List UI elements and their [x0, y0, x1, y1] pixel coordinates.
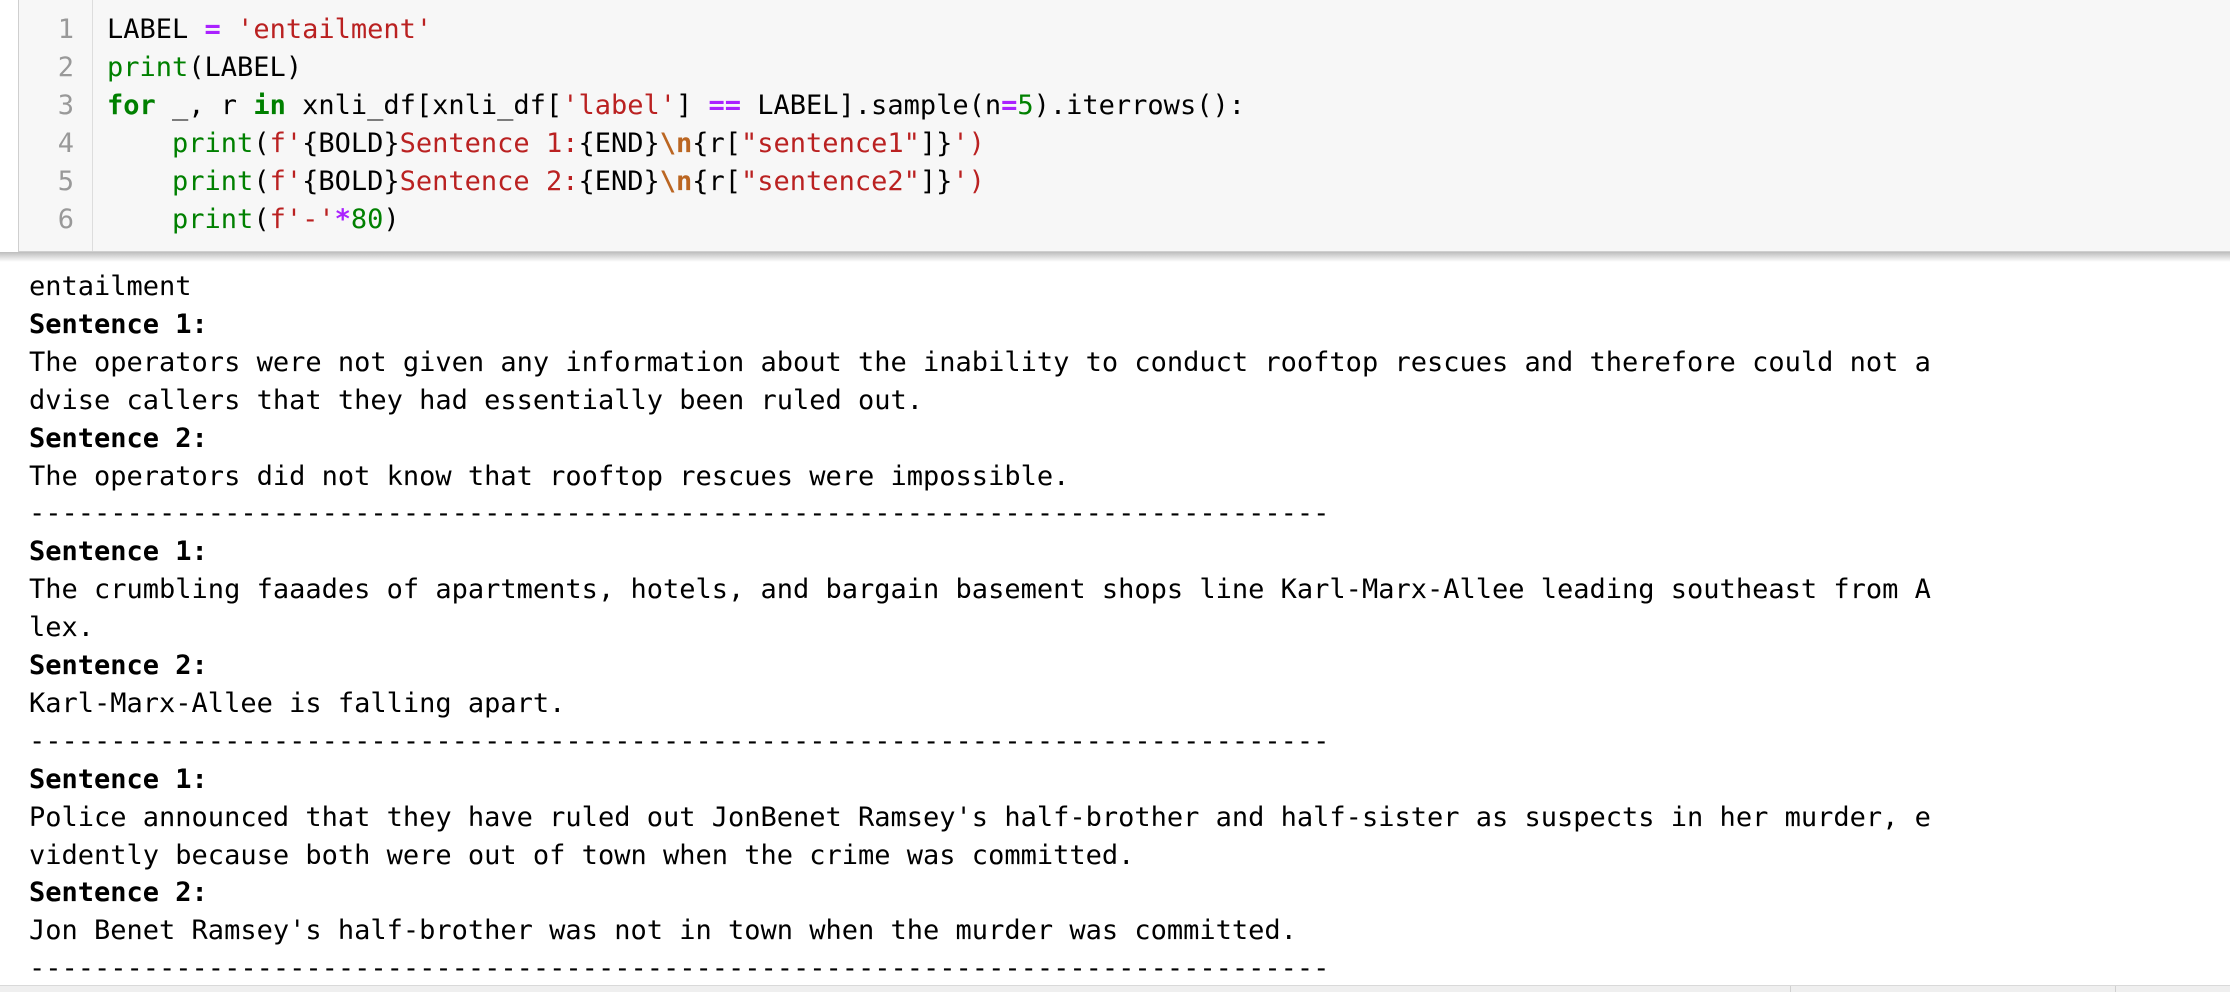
output-heading: Sentence 2:	[29, 422, 208, 454]
output-line: Police announced that they have ruled ou…	[29, 801, 1931, 833]
line-number: 3	[57, 90, 74, 121]
output-line: Jon Benet Ramsey's half-brother was not …	[29, 915, 1297, 947]
code-token: \n	[659, 128, 693, 159]
code-token: for	[107, 90, 156, 121]
code-token: print	[107, 52, 189, 83]
output-line: Karl-Marx-Allee is falling apart.	[29, 687, 566, 719]
code-token: {BOLD}	[302, 128, 400, 159]
output-line: ----------------------------------------…	[29, 498, 1330, 530]
code-line: for _, r in xnli_df[xnli_df['label'] == …	[107, 87, 1245, 125]
line-number: 2	[57, 52, 74, 83]
line-number: 5	[57, 166, 74, 197]
code-token: xnli_df[xnli_df[	[285, 90, 563, 121]
code-token: "sentence1"	[741, 128, 920, 159]
output-separator-shadow	[0, 252, 2230, 262]
code-token: ).iterrows():	[1033, 90, 1245, 121]
code-token: 5	[1017, 90, 1034, 121]
horizontal-scrollbar[interactable]	[0, 985, 2230, 992]
output-heading: Sentence 1:	[29, 308, 208, 340]
output-line: entailment	[29, 271, 192, 302]
code-token: LABEL	[107, 14, 205, 45]
line-number: 1	[57, 14, 74, 45]
code-token: f'-'	[269, 204, 335, 235]
code-token: ]}	[919, 166, 953, 197]
code-token: ')	[952, 166, 985, 197]
output-heading: Sentence 2:	[29, 650, 208, 681]
code-line: LABEL = 'entailment'	[107, 11, 432, 49]
code-token: (LABEL)	[188, 52, 303, 83]
output-heading: Sentence 2:	[29, 877, 208, 909]
code-token: {r[	[692, 166, 742, 197]
output-line: The operators did not know that rooftop …	[29, 460, 1070, 492]
code-token: =	[1001, 90, 1018, 121]
code-token: ]	[675, 90, 709, 121]
code-token: f'	[269, 128, 303, 159]
code-token: *	[334, 204, 351, 235]
code-token: (	[253, 166, 270, 197]
code-token: in	[253, 90, 286, 121]
output-line: ----------------------------------------…	[29, 725, 1330, 757]
code-token: 80	[350, 204, 384, 235]
scrollbar-tick	[1790, 986, 1791, 992]
code-token: LABEL].sample(n	[741, 90, 1002, 121]
output-line: dvise callers that they had essentially …	[29, 384, 924, 416]
output-heading: Sentence 1:	[29, 536, 208, 568]
code-token: )	[383, 204, 400, 235]
code-token: (	[253, 128, 270, 159]
output-line: ----------------------------------------…	[29, 953, 1330, 985]
code-token: \n	[659, 166, 693, 197]
code-token: ')	[952, 128, 985, 159]
code-token: Sentence 1:	[399, 128, 579, 159]
code-cell[interactable]: 123456 LABEL = 'entailment' print(LABEL) f…	[18, 0, 2230, 252]
code-token: print	[172, 166, 254, 197]
code-token: print	[172, 204, 254, 235]
code-token: {END}	[578, 166, 660, 197]
code-token: 'entailment'	[237, 14, 433, 45]
code-line: print(f'{BOLD}Sentence 2:{END}\n{r["sent…	[107, 163, 985, 201]
code-token: {BOLD}	[302, 166, 400, 197]
code-token: =	[204, 14, 221, 45]
code-token: "sentence2"	[741, 166, 920, 197]
line-number-gutter: 1 2 3 4 5 6	[19, 0, 93, 251]
code-line: print(LABEL)	[107, 49, 302, 87]
line-number: 4	[57, 128, 74, 159]
output-line: The operators were not given any informa…	[29, 346, 1931, 378]
code-token: f'	[269, 166, 303, 197]
output-line: lex.	[29, 612, 95, 644]
line-number: 6	[57, 204, 74, 235]
code-token: ==	[708, 90, 742, 121]
output-line: The crumbling faaades of apartments, hot…	[29, 574, 1931, 606]
code-token: print	[172, 128, 254, 159]
scrollbar-tick	[2115, 986, 2116, 992]
output-line: vidently because both were out of town w…	[29, 839, 1135, 871]
code-token: _, r	[155, 90, 254, 121]
code-token: {END}	[578, 128, 660, 159]
code-token: 'label'	[562, 90, 676, 121]
code-token: Sentence 2:	[399, 166, 579, 197]
code-line: print(f'{BOLD}Sentence 1:{END}\n{r["sent…	[107, 125, 985, 163]
code-token: ]}	[919, 128, 953, 159]
code-token: {r[	[692, 128, 742, 159]
code-token: (	[253, 204, 270, 235]
code-line: print(f'-'*80)	[107, 201, 400, 239]
output-heading: Sentence 1:	[29, 763, 208, 795]
